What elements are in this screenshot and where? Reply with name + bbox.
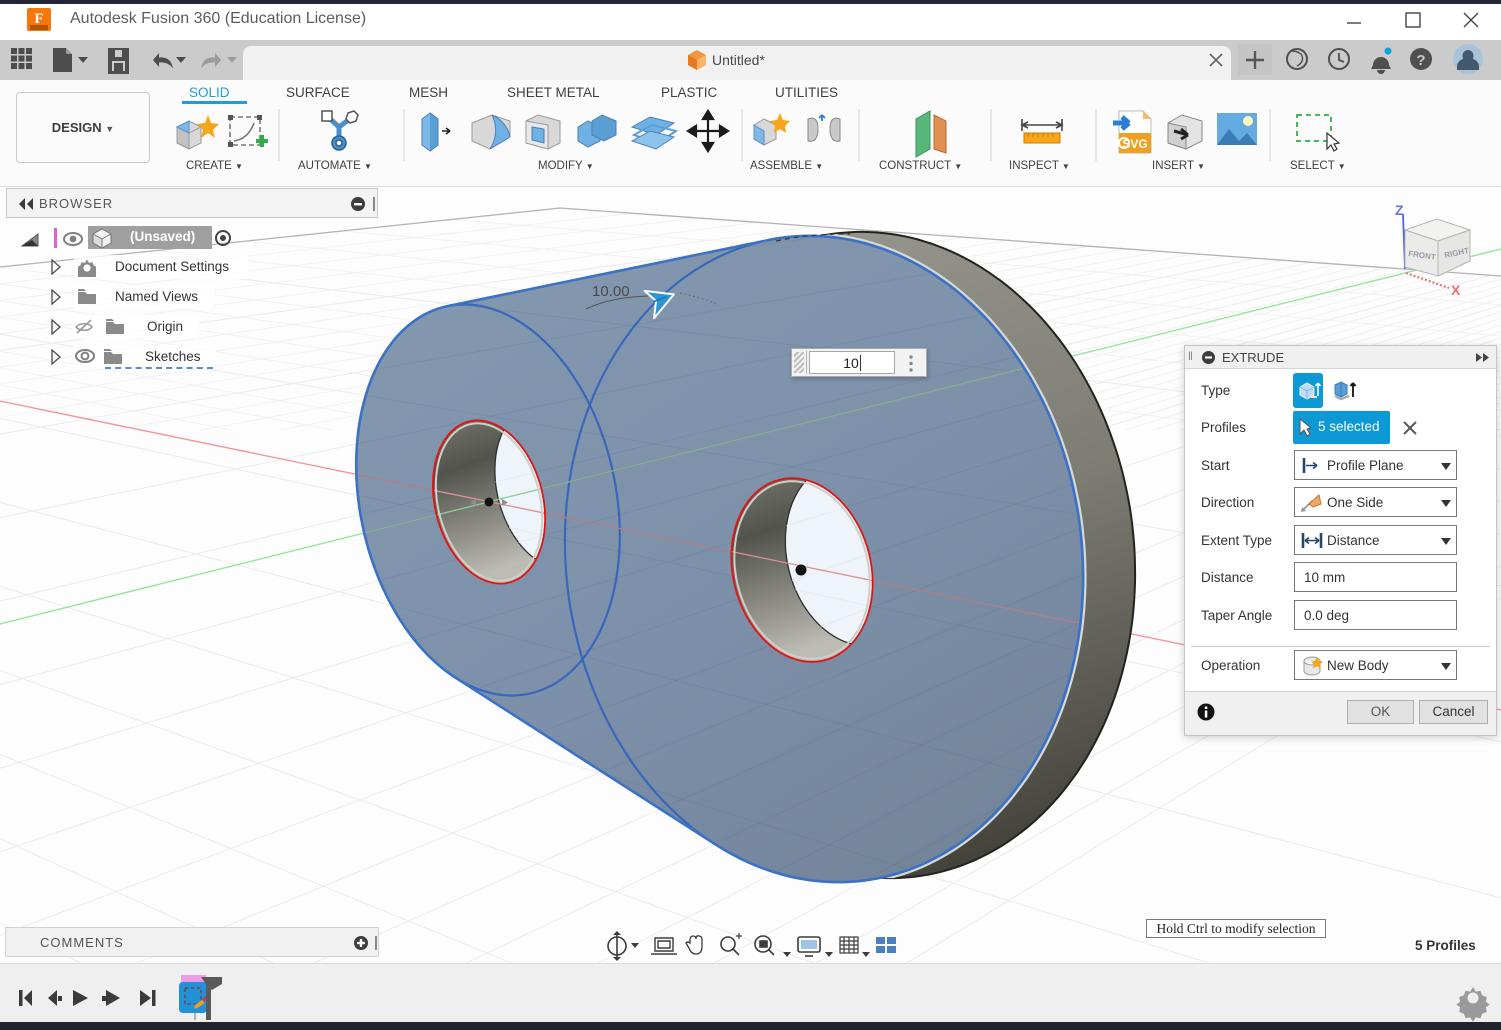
- svg-text:Untitled*: Untitled*: [712, 52, 765, 68]
- svg-text:?: ?: [1416, 52, 1425, 69]
- svg-text:10.00: 10.00: [592, 283, 630, 300]
- svg-text:F: F: [34, 11, 43, 27]
- svg-text:X: X: [1451, 282, 1461, 298]
- svg-text:Z: Z: [1395, 202, 1404, 218]
